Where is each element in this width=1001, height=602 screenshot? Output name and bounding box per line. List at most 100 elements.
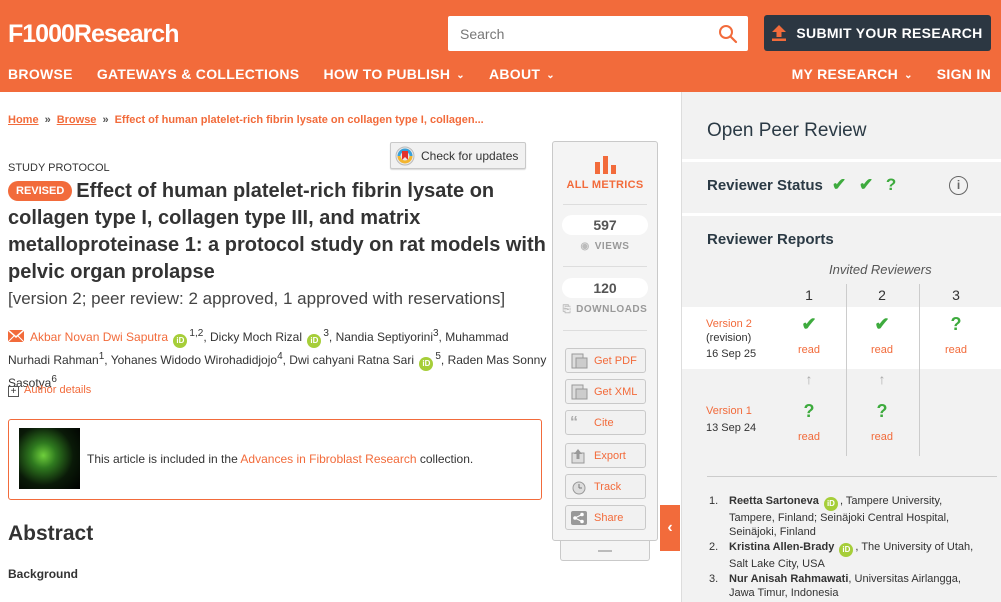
reviewer-number: 3 [952,287,960,303]
check-for-updates-label: Check for updates [421,148,519,163]
approved-check-icon: ✔ [801,314,817,334]
reviewer-name[interactable]: Nur Anisah Rahmawati [729,573,848,585]
read-report-link[interactable]: read [789,344,829,356]
submit-research-button[interactable]: SUBMIT YOUR RESEARCH [764,15,991,51]
plus-icon: + [8,386,19,397]
affiliation-sup: 1,2 [189,328,204,339]
column-divider [846,284,847,456]
nav-how-to-publish-label: HOW TO PUBLISH [323,66,451,82]
column-divider [919,284,920,456]
breadcrumb-browse[interactable]: Browse [57,114,97,126]
read-report-link[interactable]: read [862,344,902,356]
author-details-label: Author details [24,384,92,396]
cite-button[interactable]: “ Cite [565,410,646,435]
cite-label: Cite [594,416,614,429]
orcid-icon[interactable]: iD [419,357,434,371]
divider [682,213,1001,216]
orcid-icon[interactable]: iD [823,497,838,511]
collection-suffix: collection. [416,452,474,466]
share-icon [571,510,587,525]
main-nav: BROWSE GATEWAYS & COLLECTIONS HOW TO PUB… [8,66,555,86]
nav-how-to-publish[interactable]: HOW TO PUBLISH ⌄ [323,66,465,86]
xml-icon [571,384,588,399]
divider [563,204,647,205]
nav-sign-in[interactable]: SIGN IN [937,66,991,86]
downloads-label-text: DOWNLOADS [576,304,648,315]
downloads-label: ⎘ DOWNLOADS [553,304,657,315]
search-box[interactable] [448,16,748,51]
divider [563,330,647,331]
views-count: 597 [562,215,648,235]
collapse-dash[interactable] [598,550,612,552]
views-label: ◉ VIEWS [553,241,657,252]
reviewer-name[interactable]: Kristina Allen-Brady [729,541,834,553]
downloads-count: 120 [562,278,648,298]
background-heading: Background [8,567,79,581]
nav-browse[interactable]: BROWSE [8,66,73,86]
site-logo[interactable]: F1000Research [8,20,179,49]
envelope-icon [8,330,24,342]
peer-review-panel: Open Peer Review Reviewer Status ✔ ✔ ? i… [681,92,1001,602]
collection-prefix: This article is included in the [87,452,241,466]
version-2-date: 16 Sep 25 [706,348,757,360]
export-button[interactable]: Export [565,443,646,468]
nav-gateways[interactable]: GATEWAYS & COLLECTIONS [97,66,300,86]
quote-icon: “ [570,413,578,431]
orcid-icon[interactable]: iD [839,543,854,557]
track-button[interactable]: Track [565,474,646,499]
breadcrumb-separator: » [44,114,51,126]
abstract-heading: Abstract [8,522,94,545]
breadcrumb-home[interactable]: Home [8,114,39,126]
article-title-block: REVISED Effect of human platelet-rich fib… [8,178,548,286]
share-button[interactable]: Share [565,505,646,530]
author-link[interactable]: Akbar Novan Dwi Saputra [30,330,168,344]
orcid-icon[interactable]: iD [307,334,322,348]
breadcrumb-separator: » [102,114,109,126]
reviewer-entry-number: 2. [709,541,719,553]
author-name: , Yohanes Widodo Wirohadidjojo [104,353,278,367]
version-1-link[interactable]: Version 1 [706,405,752,417]
bar-chart-icon[interactable] [594,154,618,174]
divider [707,476,997,477]
arrow-up-icon: ↑ [878,371,886,387]
approved-check-icon: ✔ [874,314,890,334]
reviewer-number: 1 [805,287,813,303]
author-details-toggle[interactable]: + Author details [8,384,91,397]
collection-link[interactable]: Advances in Fibroblast Research [240,452,416,466]
top-header: F1000Research SUBMIT YOUR RESEARCH BROWS… [0,0,1001,92]
read-report-link[interactable]: read [789,431,829,443]
nav-about[interactable]: ABOUT ⌄ [489,66,555,86]
read-report-link[interactable]: read [862,431,902,443]
author-name: , Nandia Septiyorini [328,330,433,344]
search-icon[interactable] [718,24,738,44]
reviewer-reports-label: Reviewer Reports [707,231,834,248]
peer-review-title: Open Peer Review [707,120,867,141]
crossmark-icon [395,146,415,165]
collection-thumbnail[interactable] [19,428,80,489]
nav-my-research-label: MY RESEARCH [791,66,899,82]
all-metrics-link[interactable]: ALL METRICS [553,179,657,191]
article-title: Effect of human platelet-rich fibrin lys… [8,180,546,283]
get-pdf-button[interactable]: Get PDF [565,348,646,373]
get-xml-button[interactable]: Get XML [565,379,646,404]
read-report-link[interactable]: read [936,344,976,356]
get-xml-label: Get XML [594,385,638,398]
reservations-question-icon: ? [876,401,888,421]
check-for-updates-button[interactable]: Check for updates [390,142,526,169]
share-label: Share [594,511,624,524]
article-type: STUDY PROTOCOL [8,162,110,174]
author-list: Akbar Novan Dwi Saputra iD1,2, Dicky Moc… [8,325,548,392]
nav-my-research[interactable]: MY RESEARCH ⌄ [792,66,913,86]
info-icon[interactable]: i [949,176,968,195]
breadcrumb-current[interactable]: Effect of human platelet-rich fibrin lys… [115,114,484,126]
reviewer-name[interactable]: Reetta Sartoneva [729,495,819,507]
metrics-panel: ALL METRICS 597 ◉ VIEWS 120 ⎘ DOWNLOADS Ge… [552,141,658,541]
eye-icon: ◉ [580,241,590,252]
invited-reviewers-label: Invited Reviewers [829,262,932,277]
reviewer-status-icons: ✔ ✔ ? [832,175,901,194]
orcid-icon[interactable]: iD [173,334,188,348]
version-2-link[interactable]: Version 2 [706,318,752,330]
chevron-down-icon: ⌄ [456,70,465,81]
search-input[interactable] [448,16,708,51]
collapse-panel-button[interactable]: ‹ [660,505,680,551]
